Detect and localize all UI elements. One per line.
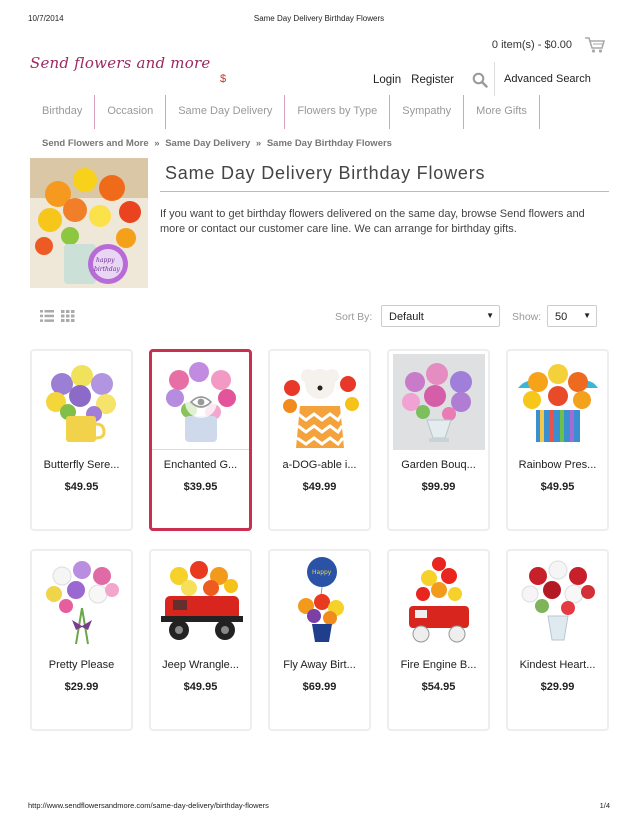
site-logo[interactable]: Send flowers and more [30,54,210,72]
product-card-selected[interactable]: Enchanted G... $39.95 [149,349,252,531]
product-price: $49.95 [64,481,99,493]
print-header: 10/7/2014 Same Day Delivery Birthday Flo… [28,14,610,26]
search-icon[interactable] [472,72,488,88]
product-card[interactable]: Kindest Heart... $29.99 [506,549,609,731]
cart-summary[interactable]: 0 item(s) - $0.00 [492,36,606,54]
product-name[interactable]: Garden Bouq... [395,459,482,471]
product-price: $99.99 [421,481,456,493]
sort-selected-value: Default [389,311,424,323]
page-title: Same Day Delivery Birthday Flowers [165,163,486,183]
breadcrumb: Send Flowers and More » Same Day Deliver… [42,138,392,149]
product-image-enchanted-garden[interactable] [155,354,247,450]
product-card[interactable]: a-DOG-able i... $49.99 [268,349,371,531]
product-image-pretty-please[interactable] [36,554,128,650]
svg-text:birthday: birthday [94,266,120,273]
show-selected-value: 50 [555,311,568,323]
print-url: http://www.sendflowersandmore.com/same-d… [28,801,269,810]
product-image-fly-away-birthday[interactable]: Happy [274,554,366,650]
product-price: $39.95 [183,481,218,493]
show-select[interactable]: 50 ▼ [547,305,597,327]
product-card[interactable]: Jeep Wrangle... $49.95 [149,549,252,731]
product-image-garden-bouquet[interactable] [393,354,485,450]
svg-text:happy: happy [96,257,115,264]
grid-view-icon[interactable] [61,309,75,322]
show-label: Show: [512,311,542,323]
print-page-number: 1/4 [599,801,610,810]
title-divider [160,191,609,192]
product-image-butterfly-serenade[interactable] [36,354,128,450]
product-price: $49.99 [302,481,337,493]
print-title: Same Day Delivery Birthday Flowers [253,14,385,23]
product-card[interactable]: Garden Bouq... $99.99 [387,349,490,531]
nav-item-same-day-delivery[interactable]: Same Day Delivery [166,95,286,129]
product-name[interactable]: Jeep Wrangle... [157,659,244,671]
product-price: $29.99 [64,681,99,693]
product-card[interactable]: Fire Engine B... $54.95 [387,549,490,731]
product-name[interactable]: Butterfly Sere... [38,459,125,471]
product-price: $49.95 [183,681,218,693]
list-view-icon[interactable] [40,309,54,322]
print-footer: http://www.sendflowersandmore.com/same-d… [28,801,610,810]
breadcrumb-same-day-delivery[interactable]: Same Day Delivery [165,138,250,149]
register-link[interactable]: Register [411,74,454,86]
quick-view-eye-icon[interactable] [185,386,217,418]
breadcrumb-home[interactable]: Send Flowers and More [42,138,149,149]
product-price: $29.99 [540,681,575,693]
account-links: Login Register [373,72,498,88]
card-divider [152,449,249,450]
product-image-rainbow-present[interactable] [512,354,604,450]
nav-item-sympathy[interactable]: Sympathy [390,95,465,129]
shopping-cart-icon[interactable] [584,36,606,54]
sort-select[interactable]: Default ▼ [381,305,500,327]
product-card[interactable]: Butterfly Sere... $49.95 [30,349,133,531]
product-name[interactable]: Kindest Heart... [514,659,601,671]
nav-item-occasion[interactable]: Occasion [95,95,167,129]
product-image-kindest-heart[interactable] [512,554,604,650]
nav-item-birthday[interactable]: Birthday [30,95,96,129]
sort-label: Sort By: [335,311,373,323]
breadcrumb-current[interactable]: Same Day Birthday Flowers [267,138,392,149]
chevron-down-icon: ▼ [583,311,591,320]
category-image: happy birthday [30,158,148,288]
currency-selector[interactable]: $ [220,73,226,85]
product-card[interactable]: Rainbow Pres... $49.95 [506,349,609,531]
advanced-search-link[interactable]: Advanced Search [504,73,591,85]
category-description: If you want to get birthday flowers deli… [160,208,585,235]
product-price: $69.99 [302,681,337,693]
header-divider [494,62,495,96]
svg-text:Happy: Happy [312,569,332,576]
product-price: $49.95 [540,481,575,493]
product-name[interactable]: Fly Away Birt... [276,659,363,671]
product-card[interactable]: Happy Fly Away Birt... $69.99 [268,549,371,731]
product-image-jeep-wrangler[interactable] [155,554,247,650]
product-image-a-dog-able[interactable] [274,354,366,450]
chevron-down-icon: ▼ [486,311,494,320]
product-name[interactable]: Fire Engine B... [395,659,482,671]
main-nav: Birthday Occasion Same Day Delivery Flow… [30,95,540,129]
login-link[interactable]: Login [373,74,401,86]
product-name[interactable]: Rainbow Pres... [514,459,601,471]
breadcrumb-separator: » [255,138,262,149]
nav-item-more-gifts[interactable]: More Gifts [464,95,540,129]
nav-item-flowers-by-type[interactable]: Flowers by Type [285,95,391,129]
product-name[interactable]: Enchanted G... [158,459,243,471]
product-price: $54.95 [421,681,456,693]
breadcrumb-separator: » [154,138,160,149]
product-name[interactable]: a-DOG-able i... [276,459,363,471]
product-image-fire-engine-bouquet[interactable] [393,554,485,650]
product-name[interactable]: Pretty Please [38,659,125,671]
cart-text[interactable]: 0 item(s) - $0.00 [492,39,572,51]
product-card[interactable]: Pretty Please $29.99 [30,549,133,731]
